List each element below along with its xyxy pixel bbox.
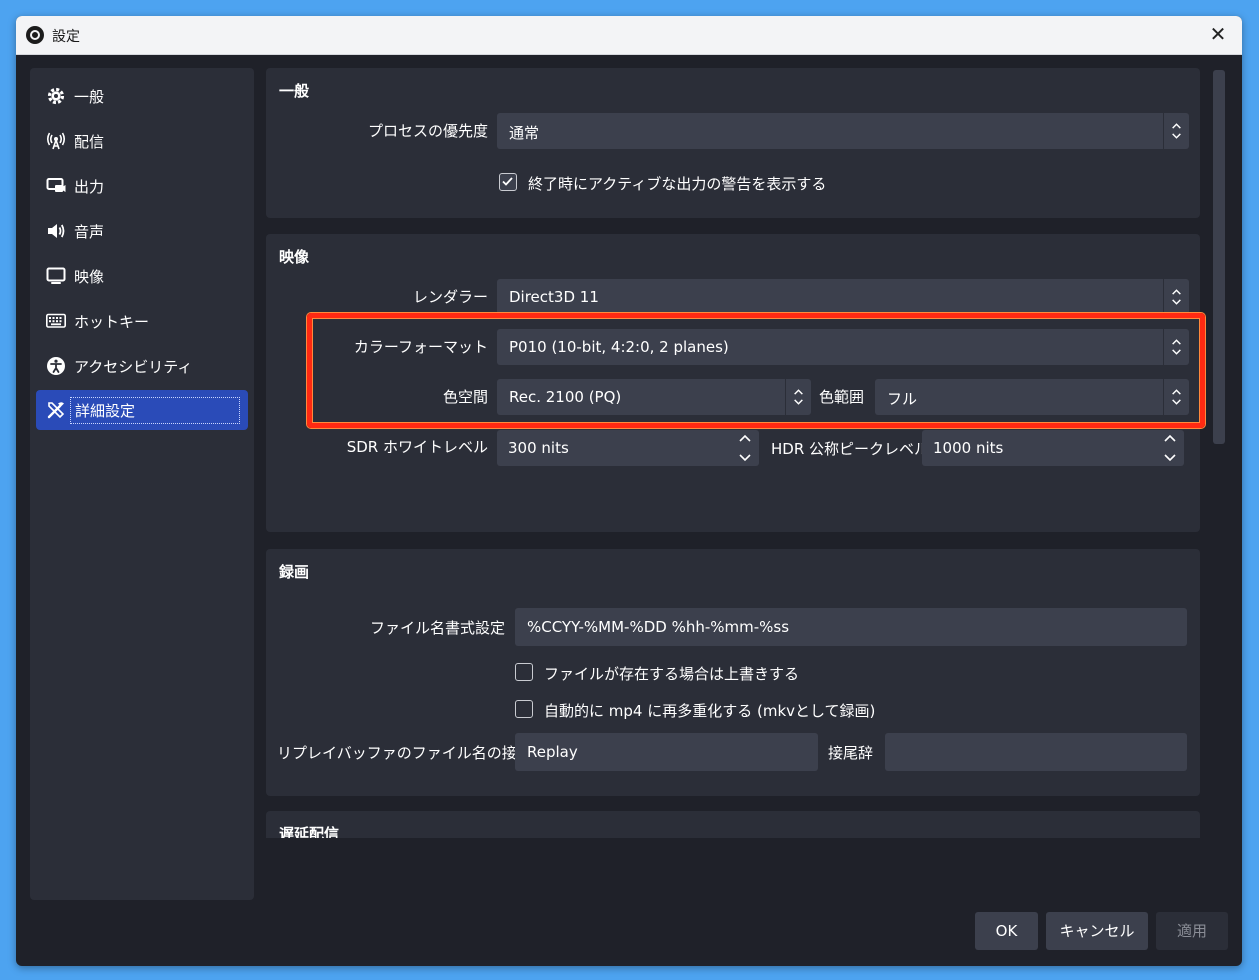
title-bar: 設定 ✕ [16,16,1242,55]
color-format-value: P010 (10-bit, 4:2:0, 2 planes) [509,338,729,356]
keyboard-icon [46,313,66,328]
checkbox-box[interactable] [515,700,533,718]
cancel-button[interactable]: キャンセル [1046,912,1148,950]
hdr-peak-level-label: HDR 公称ピークレベル [771,440,930,458]
obs-logo-icon [26,26,44,44]
sidebar-item-accessibility[interactable]: アクセシビリティ [36,346,248,386]
group-title: 映像 [279,248,310,266]
window-title: 設定 [52,29,80,45]
replay-prefix-value: Replay [527,743,578,761]
updown-arrow-icon [785,379,803,415]
checkbox-box[interactable] [499,173,517,191]
priority-select[interactable]: 通常 [497,113,1189,149]
replay-prefix-input[interactable]: Replay [515,733,818,771]
color-space-value: Rec. 2100 (PQ) [509,388,622,406]
updown-arrow-icon [1163,329,1181,365]
sidebar-item-label: 一般 [74,88,105,106]
sidebar-item-label: 詳細設定 [70,397,240,424]
filename-format-label: ファイル名書式設定 [369,619,505,637]
tools-icon [47,402,65,419]
sdr-white-level-label: SDR ホワイトレベル [346,438,488,456]
updown-arrow-icon [1163,113,1181,149]
suffix-label: 接尾辞 [828,744,874,762]
filename-format-value: %CCYY-%MM-%DD %hh-%mm-%ss [527,618,790,636]
gear-icon [47,87,65,105]
group-title: 録画 [279,563,310,581]
replay-prefix-label: リプレイバッファのファイル名の接頭辞 [277,744,547,762]
sidebar-item-video[interactable]: 映像 [36,256,248,296]
suffix-input[interactable] [885,733,1187,771]
updown-arrow-icon [1163,279,1181,315]
settings-window: 設定 ✕ 一般 配信 出力 音声 映像 ホットキー アクセシビリティ 詳細設定 … [16,16,1242,966]
renderer-label: レンダラー [412,288,488,306]
renderer-select[interactable]: Direct3D 11 [497,279,1189,315]
warn-on-exit-label: 終了時にアクティブな出力の警告を表示する [528,175,827,193]
sdr-white-level-spinbox[interactable]: 300 nits [497,430,759,466]
recording-group: 録画 ファイル名書式設定 %CCYY-%MM-%DD %hh-%mm-%ss フ… [266,549,1200,796]
checkbox-box[interactable] [515,663,533,681]
hdr-peak-level-value: 1000 nits [933,439,1004,457]
sidebar-item-advanced[interactable]: 詳細設定 [36,390,248,430]
sidebar-item-label: アクセシビリティ [74,358,193,376]
filename-format-input[interactable]: %CCYY-%MM-%DD %hh-%mm-%ss [515,608,1187,646]
priority-label: プロセスの優先度 [367,122,488,140]
sidebar-item-label: 音声 [74,223,105,241]
sidebar-item-label: 出力 [74,178,105,196]
spin-arrows-icon[interactable] [1160,430,1180,466]
settings-sidebar: 一般 配信 出力 音声 映像 ホットキー アクセシビリティ 詳細設定 [30,68,254,900]
overwrite-label: ファイルが存在する場合は上書きする [544,665,800,683]
video-group: 映像 レンダラー Direct3D 11 カラーフォーマット P010 (10-… [266,234,1200,532]
sdr-white-level-value: 300 nits [508,439,569,457]
sidebar-item-label: 配信 [74,133,105,151]
color-format-label: カラーフォーマット [353,338,488,356]
sidebar-item-general[interactable]: 一般 [36,76,248,116]
sidebar-item-audio[interactable]: 音声 [36,211,248,251]
output-icon [46,178,66,192]
color-range-select[interactable]: フル [875,379,1189,415]
sidebar-item-label: 映像 [74,268,105,286]
speaker-icon [48,224,65,238]
priority-value: 通常 [509,124,540,142]
sidebar-item-stream[interactable]: 配信 [36,121,248,161]
color-format-select[interactable]: P010 (10-bit, 4:2:0, 2 planes) [497,329,1189,365]
general-group: 一般 プロセスの優先度 通常 終了時にアクティブな出力の警告を表示する [266,68,1200,218]
close-button[interactable]: ✕ [1206,22,1230,46]
hdr-peak-level-spinbox[interactable]: 1000 nits [922,430,1184,466]
spin-arrows-icon[interactable] [735,430,755,466]
color-space-select[interactable]: Rec. 2100 (PQ) [497,379,811,415]
ok-button[interactable]: OK [975,912,1038,950]
group-title: 遅延配信 [279,825,340,838]
color-space-label: 色空間 [442,388,488,406]
accessibility-icon [47,357,65,375]
group-title: 一般 [279,82,310,100]
monitor-icon [46,267,66,284]
settings-content: 一般 プロセスの優先度 通常 終了時にアクティブな出力の警告を表示する 映像 レ [266,68,1200,838]
color-range-value: フル [887,390,918,408]
stream-delay-group: 遅延配信 [266,811,1200,838]
sidebar-item-output[interactable]: 出力 [36,166,248,206]
checkmark-icon [502,177,513,186]
scrollbar-thumb[interactable] [1213,70,1225,444]
sidebar-item-label: ホットキー [74,313,150,331]
updown-arrow-icon [1163,379,1181,415]
renderer-value: Direct3D 11 [509,288,599,306]
color-range-label: 色範囲 [819,388,865,406]
auto-remux-label: 自動的に mp4 に再多重化する (mkvとして録画) [544,702,876,720]
content-scrollbar[interactable] [1212,68,1226,900]
sidebar-item-hotkeys[interactable]: ホットキー [36,301,248,341]
antenna-icon [46,132,66,150]
apply-button[interactable]: 適用 [1156,912,1228,950]
